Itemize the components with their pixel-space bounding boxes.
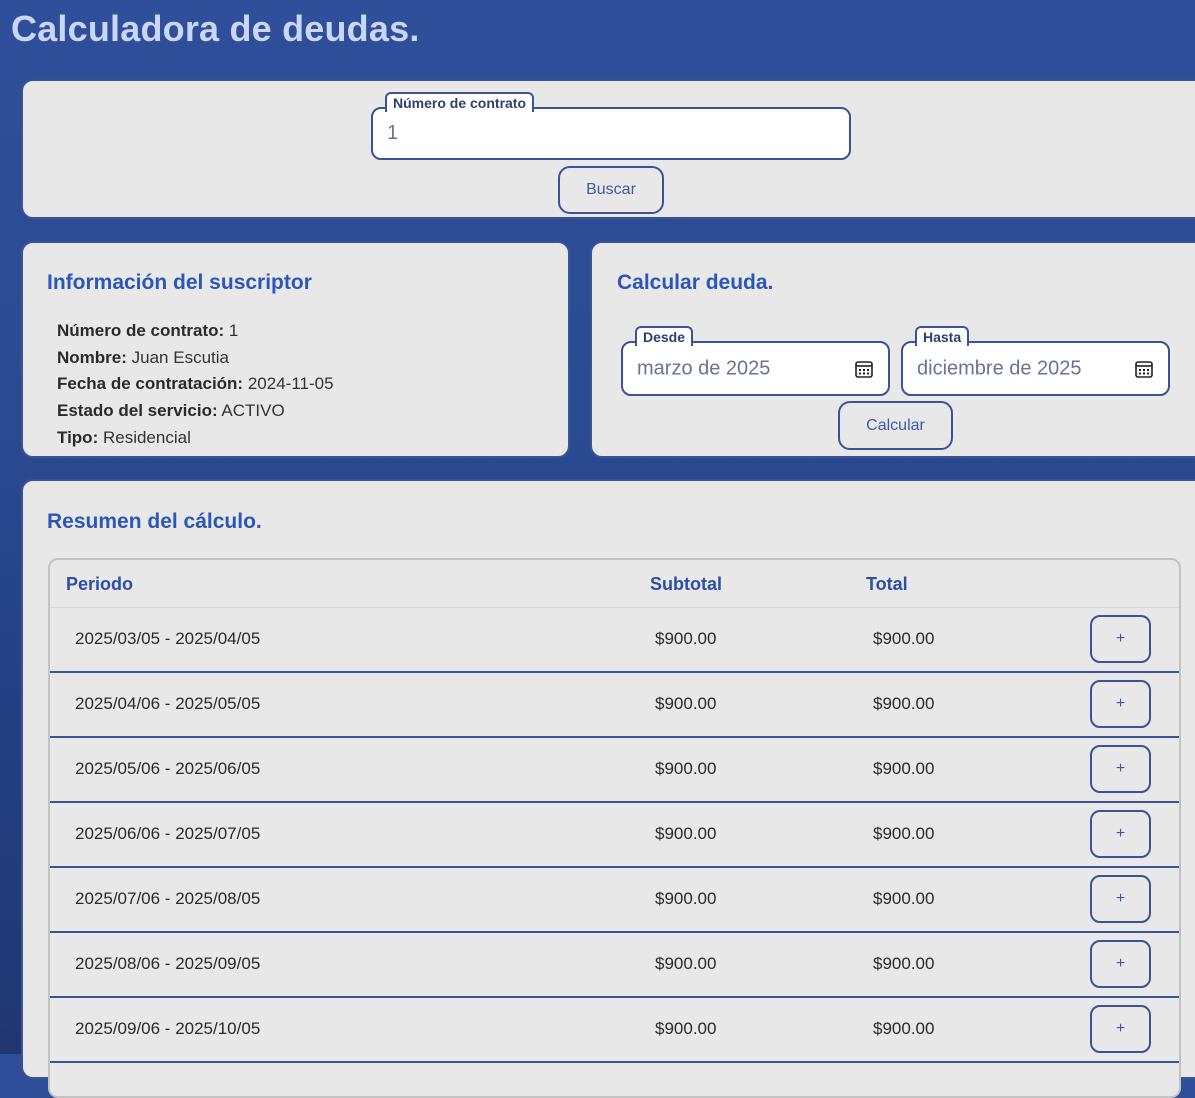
row-period: 2025/08/06 - 2025/09/05 xyxy=(75,954,261,973)
row-total: $900.00 xyxy=(873,759,935,778)
calculate-debt-card: Calcular deuda. Desde marzo de 2025 Hast… xyxy=(590,241,1195,458)
info-row-service-status: Estado del servicio: ACTIVO xyxy=(57,401,285,421)
row-period: 2025/06/06 - 2025/07/05 xyxy=(75,824,261,843)
table-row: 2025/03/05 - 2025/04/05 $900.00 $900.00 … xyxy=(50,608,1179,673)
app-title: Calculadora de deudas. xyxy=(11,8,420,49)
calculation-summary-card: Resumen del cálculo. Periodo Subtotal To… xyxy=(21,479,1195,1098)
to-date-field[interactable]: Hasta diciembre de 2025 xyxy=(901,326,1170,396)
column-header-total: Total xyxy=(866,574,908,594)
expand-row-button[interactable]: + xyxy=(1090,745,1151,793)
row-subtotal: $900.00 xyxy=(655,1019,717,1038)
expand-row-button[interactable]: + xyxy=(1090,940,1151,988)
row-total: $900.00 xyxy=(873,629,935,648)
info-row-contract-date: Fecha de contratación: 2024-11-05 xyxy=(57,374,334,394)
search-button[interactable]: Buscar xyxy=(558,166,664,214)
to-date-label: Hasta xyxy=(915,326,970,346)
table-row: 2025/05/06 - 2025/06/05 $900.00 $900.00 … xyxy=(50,738,1179,803)
subscriber-info-list: Número de contrato: 1 Nombre: Juan Escut… xyxy=(57,318,334,452)
row-total: $900.00 xyxy=(873,1019,935,1038)
summary-table: Periodo Subtotal Total 2025/03/05 - 2025… xyxy=(48,558,1181,1098)
row-subtotal: $900.00 xyxy=(655,954,717,973)
contract-number-field[interactable]: Número de contrato xyxy=(371,92,851,160)
calendar-icon[interactable] xyxy=(854,359,874,379)
column-header-period: Periodo xyxy=(66,574,134,594)
row-total: $900.00 xyxy=(873,694,935,713)
to-date-value: diciembre de 2025 xyxy=(917,357,1082,379)
summary-title: Resumen del cálculo. xyxy=(47,510,262,533)
calendar-icon[interactable] xyxy=(1134,359,1154,379)
row-total: $900.00 xyxy=(873,954,935,973)
column-header-subtotal: Subtotal xyxy=(650,574,722,594)
row-total: $900.00 xyxy=(873,824,935,843)
table-row: 2025/07/06 - 2025/08/05 $900.00 $900.00 … xyxy=(50,868,1179,933)
row-subtotal: $900.00 xyxy=(655,629,717,648)
expand-row-button[interactable]: + xyxy=(1090,680,1151,728)
from-date-field[interactable]: Desde marzo de 2025 xyxy=(621,326,890,396)
calculate-button[interactable]: Calcular xyxy=(838,401,953,450)
expand-row-button[interactable]: + xyxy=(1090,1005,1151,1053)
from-date-label: Desde xyxy=(635,326,694,346)
subscriber-info-card: Información del suscriptor Número de con… xyxy=(21,241,570,458)
search-card: Número de contrato Buscar xyxy=(21,79,1195,219)
table-row: 2025/08/06 - 2025/09/05 $900.00 $900.00 … xyxy=(50,933,1179,998)
table-row: 2025/04/06 - 2025/05/05 $900.00 $900.00 … xyxy=(50,673,1179,738)
row-period: 2025/05/06 - 2025/06/05 xyxy=(75,759,261,778)
expand-row-button[interactable]: + xyxy=(1090,875,1151,923)
row-subtotal: $900.00 xyxy=(655,889,717,908)
table-row: 2025/06/06 - 2025/07/05 $900.00 $900.00 … xyxy=(50,803,1179,868)
table-row: 2025/09/06 - 2025/10/05 $900.00 $900.00 … xyxy=(50,998,1179,1063)
table-header: Periodo Subtotal Total xyxy=(50,560,1179,608)
expand-row-button[interactable]: + xyxy=(1090,810,1151,858)
row-period: 2025/04/06 - 2025/05/05 xyxy=(75,694,261,713)
from-date-value: marzo de 2025 xyxy=(637,357,771,379)
row-total: $900.00 xyxy=(873,889,935,908)
row-subtotal: $900.00 xyxy=(655,694,717,713)
row-subtotal: $900.00 xyxy=(655,824,717,843)
expand-row-button[interactable]: + xyxy=(1090,615,1151,663)
calculate-debt-title: Calcular deuda. xyxy=(617,271,774,294)
info-row-type: Tipo: Residencial xyxy=(57,427,191,447)
row-period: 2025/07/06 - 2025/08/05 xyxy=(75,889,261,908)
contract-number-input[interactable] xyxy=(387,109,792,158)
info-row-name: Nombre: Juan Escutia xyxy=(57,347,229,367)
row-subtotal: $900.00 xyxy=(655,759,717,778)
row-period: 2025/03/05 - 2025/04/05 xyxy=(75,629,261,648)
subscriber-info-title: Información del suscriptor xyxy=(47,271,312,294)
info-row-contract: Número de contrato: 1 xyxy=(57,321,239,340)
row-period: 2025/09/06 - 2025/10/05 xyxy=(75,1019,261,1038)
